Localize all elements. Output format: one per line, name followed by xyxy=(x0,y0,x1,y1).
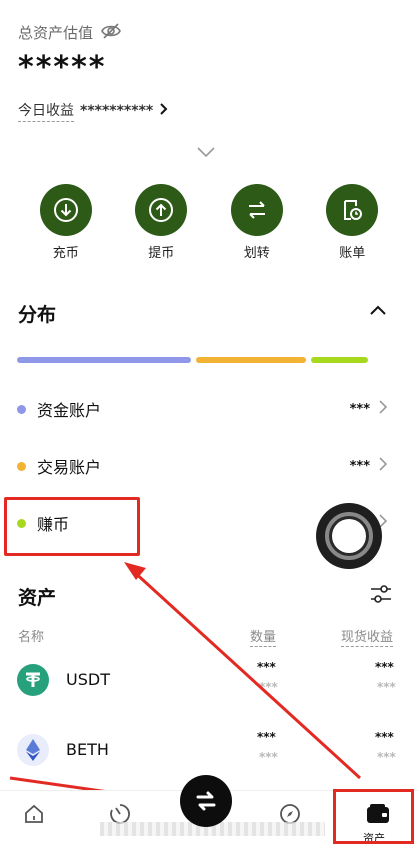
highlight-box-assets-tab xyxy=(333,789,414,844)
trade-fab-button[interactable] xyxy=(180,775,232,827)
annotation-arrows xyxy=(9,562,362,830)
swap-arrows-icon xyxy=(196,791,216,811)
nav-home-icon[interactable] xyxy=(14,799,54,829)
